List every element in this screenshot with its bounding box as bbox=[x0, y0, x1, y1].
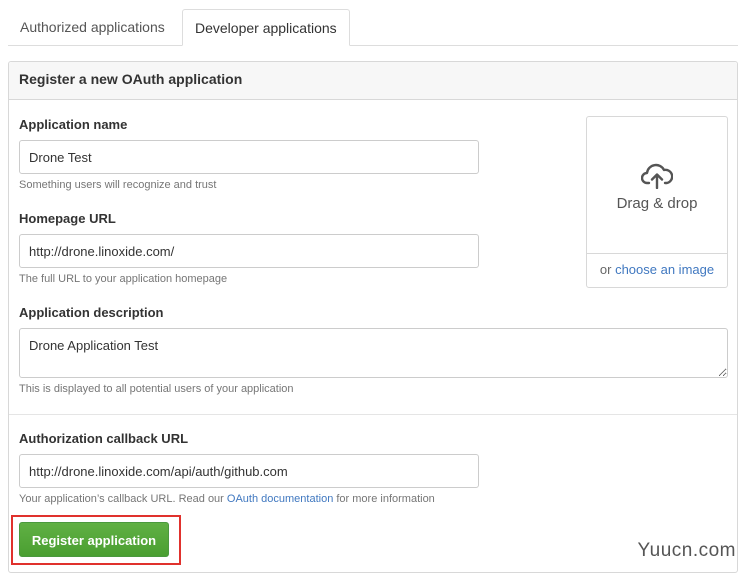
oauth-form-panel: Register a new OAuth application Applica… bbox=[8, 61, 738, 573]
callback-note-text-end: for more information bbox=[336, 493, 435, 505]
or-text: or bbox=[599, 262, 612, 277]
panel-title: Register a new OAuth application bbox=[19, 71, 243, 87]
app-name-note: Something users will recognize and trust bbox=[19, 179, 217, 191]
homepage-url-note: The full URL to your application homepag… bbox=[19, 273, 228, 285]
tab-developer-applications[interactable]: Developer applications bbox=[182, 9, 350, 46]
upload-footer: or choose an image bbox=[587, 253, 727, 287]
divider bbox=[9, 414, 737, 415]
watermark: Yuucn.com bbox=[637, 540, 736, 561]
tab-authorized-applications[interactable]: Authorized applications bbox=[8, 9, 177, 46]
description-note: This is displayed to all potential users… bbox=[19, 383, 294, 395]
description-textarea[interactable]: Drone Application Test bbox=[19, 328, 728, 378]
cloud-upload-icon bbox=[641, 163, 673, 189]
image-upload-box[interactable]: Drag & drop or choose an image bbox=[586, 116, 728, 288]
app-name-label: Application name bbox=[19, 117, 128, 132]
register-application-button[interactable]: Register application bbox=[19, 522, 169, 557]
callback-url-label: Authorization callback URL bbox=[19, 431, 189, 446]
homepage-url-input[interactable] bbox=[19, 234, 479, 268]
callback-url-input[interactable] bbox=[19, 454, 479, 488]
callback-note-text: Your application’s callback URL. Read ou… bbox=[19, 493, 224, 505]
choose-image-link[interactable]: choose an image bbox=[615, 262, 714, 277]
app-name-input[interactable] bbox=[19, 140, 479, 174]
drag-drop-text: Drag & drop bbox=[616, 195, 698, 212]
oauth-documentation-link[interactable]: OAuth documentation bbox=[227, 493, 333, 505]
drop-zone[interactable]: Drag & drop bbox=[587, 117, 727, 255]
description-label: Application description bbox=[19, 305, 164, 320]
callback-url-note: Your application’s callback URL. Read ou… bbox=[19, 493, 435, 505]
tab-bar: Authorized applications Developer applic… bbox=[8, 9, 738, 46]
panel-header: Register a new OAuth application bbox=[9, 62, 737, 100]
homepage-url-label: Homepage URL bbox=[19, 211, 116, 226]
